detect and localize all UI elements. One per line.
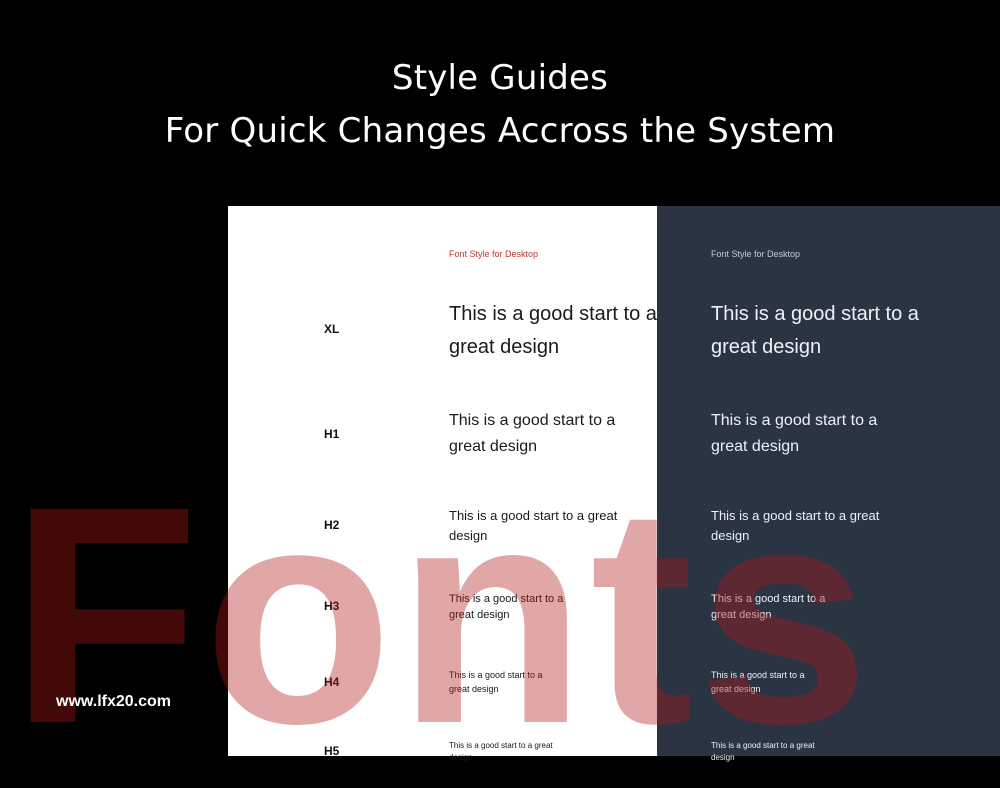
sample-h1-light: This is a good start to a great design — [449, 412, 616, 455]
sample-xl-dark: This is a good start to a great design — [711, 303, 919, 358]
row-label-h4: H4 — [324, 675, 340, 689]
row-label-xl: XL — [324, 322, 340, 336]
sample-xl-light: This is a good start to a great design — [449, 303, 657, 358]
row-label-h2: H2 — [324, 518, 340, 532]
sample-h5-dark: This is a good start to a great design — [711, 741, 815, 762]
site-url: www.lfx20.com — [56, 693, 171, 710]
sample-h3-light: This is a good start to a great design — [449, 593, 564, 621]
sample-h4-dark: This is a good start to a great design — [711, 670, 805, 694]
dark-panel — [657, 206, 1000, 756]
light-panel-caption: Font Style for Desktop — [449, 249, 539, 259]
dark-panel-caption: Font Style for Desktop — [711, 249, 801, 259]
title-line-2: For Quick Changes Accross the System — [164, 111, 836, 151]
sample-h2-dark: This is a good start to a great design — [711, 508, 880, 543]
row-label-h3: H3 — [324, 599, 340, 613]
row-label-h1: H1 — [324, 427, 340, 441]
sample-h3-dark: This is a good start to a great design — [711, 593, 826, 621]
light-panel — [228, 206, 657, 756]
sample-h1-dark: This is a good start to a great design — [711, 412, 878, 455]
sample-h2-light: This is a good start to a great design — [449, 508, 618, 543]
sample-h4-light: This is a good start to a great design — [449, 670, 543, 694]
page-title: Style Guides For Quick Changes Accross t… — [0, 52, 1000, 158]
sample-h5-light: This is a good start to a great design — [449, 741, 553, 762]
title-line-1: Style Guides — [391, 58, 609, 98]
